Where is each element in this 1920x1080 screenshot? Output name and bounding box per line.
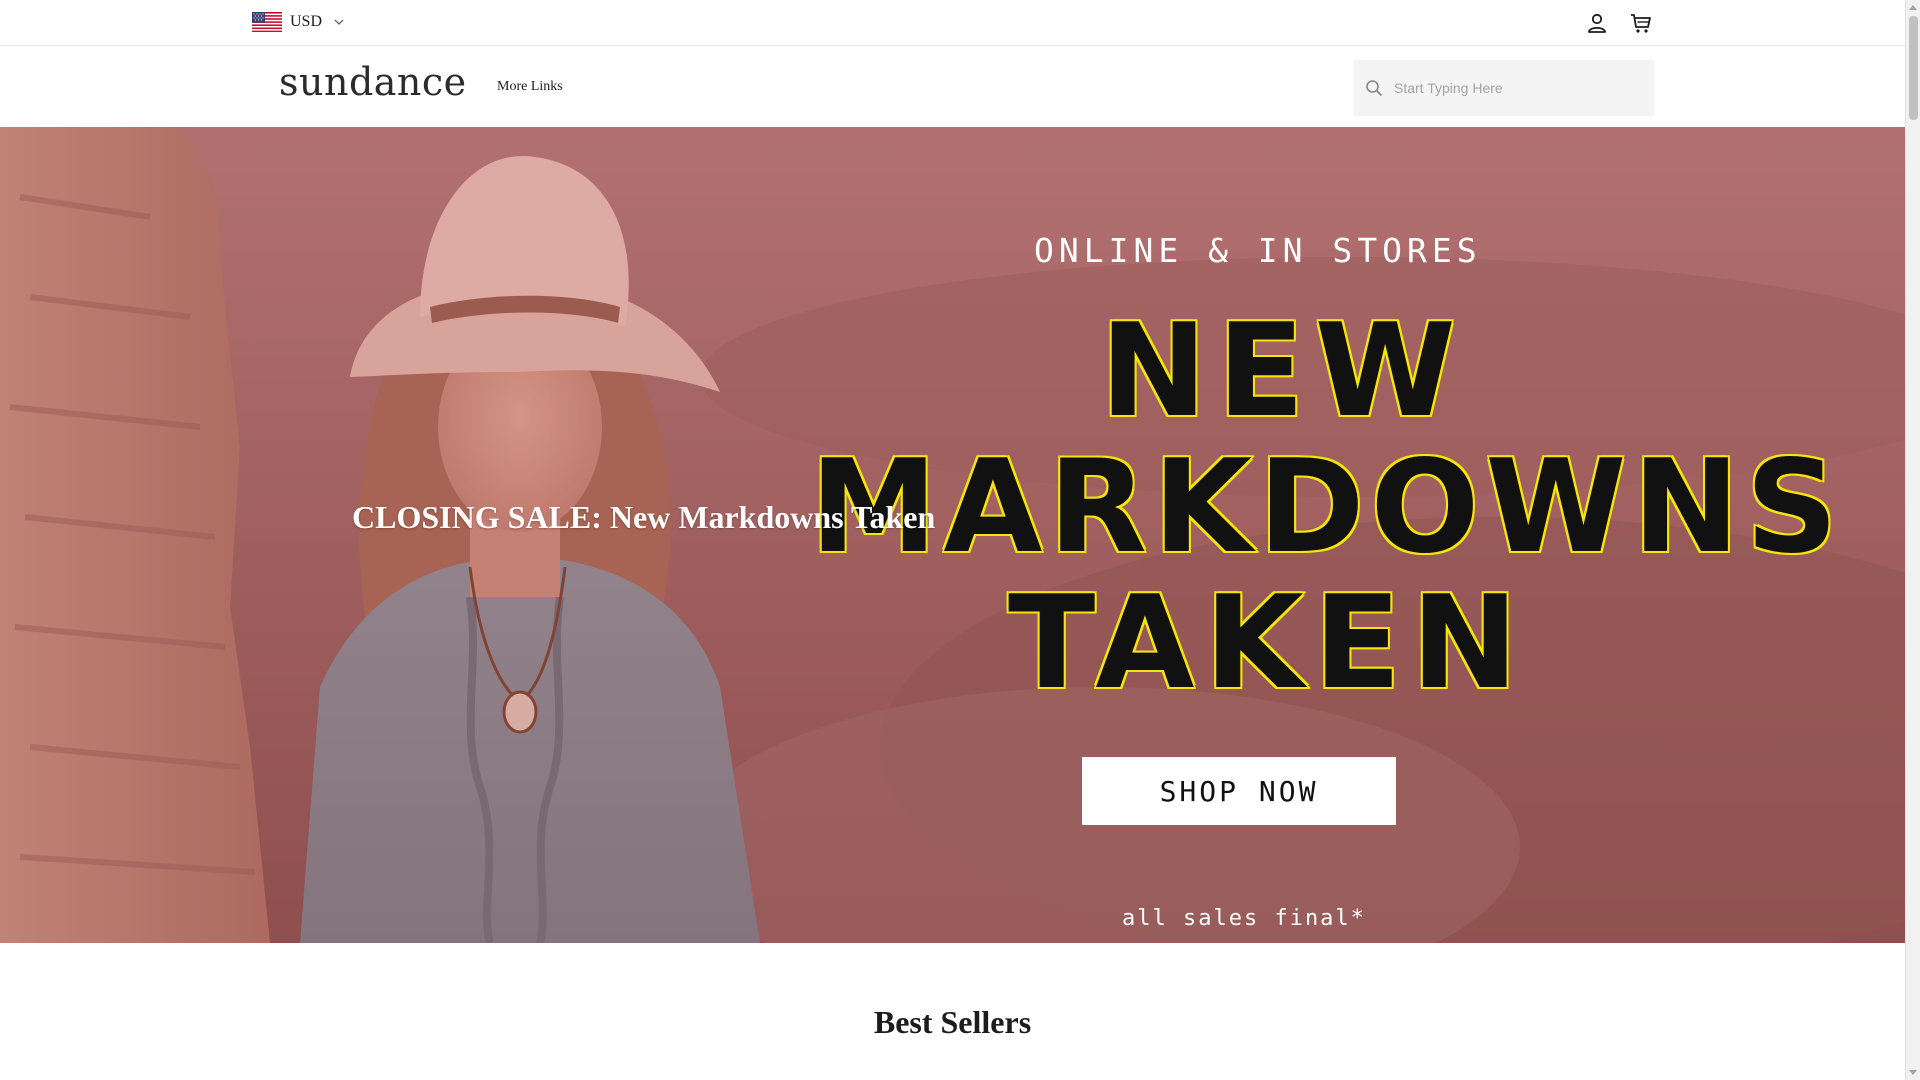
chevron-down-icon — [334, 19, 344, 25]
utility-icons — [1584, 10, 1654, 36]
us-flag-icon — [252, 12, 282, 32]
hero-kicker: ONLINE & IN STORES — [1034, 231, 1482, 270]
headline-line-2: MARKDOWNS — [809, 432, 1844, 584]
hero-fine-print: all sales final* — [1122, 906, 1366, 931]
account-button[interactable] — [1584, 10, 1610, 36]
search-input[interactable] — [1392, 79, 1642, 97]
shop-now-button[interactable]: SHOP NOW — [1082, 757, 1396, 825]
account-icon — [1588, 13, 1606, 33]
best-sellers-title: Best Sellers — [873, 1004, 1032, 1040]
site-logo[interactable]: sundance — [279, 60, 467, 104]
search-box[interactable] — [1354, 60, 1654, 116]
cart-button[interactable] — [1628, 10, 1654, 36]
main-header: sundance More Links — [0, 46, 1905, 127]
page-scrollbar[interactable] — [1905, 0, 1920, 1080]
scroll-up-icon[interactable] — [1909, 5, 1917, 10]
hero-banner[interactable]: ONLINE & IN STORES NEW MARKDOWNS TAKEN C… — [0, 127, 1905, 943]
scroll-down-icon[interactable] — [1909, 1070, 1917, 1075]
currency-selector[interactable]: USD — [252, 12, 344, 32]
currency-label: USD — [290, 13, 323, 30]
nav-more-links[interactable]: More Links — [497, 79, 563, 95]
utility-bar: USD — [0, 0, 1905, 46]
scrollbar-thumb[interactable] — [1909, 16, 1918, 120]
headline-line-1: NEW — [1099, 296, 1466, 448]
search-icon — [1366, 80, 1382, 96]
headline-line-3: TAKEN — [1006, 568, 1529, 720]
cart-icon — [1631, 14, 1651, 33]
hero-caption: CLOSING SALE: New Markdowns Taken — [352, 499, 936, 535]
page: USD sundance More Links Start Typing Her… — [0, 0, 1905, 1080]
